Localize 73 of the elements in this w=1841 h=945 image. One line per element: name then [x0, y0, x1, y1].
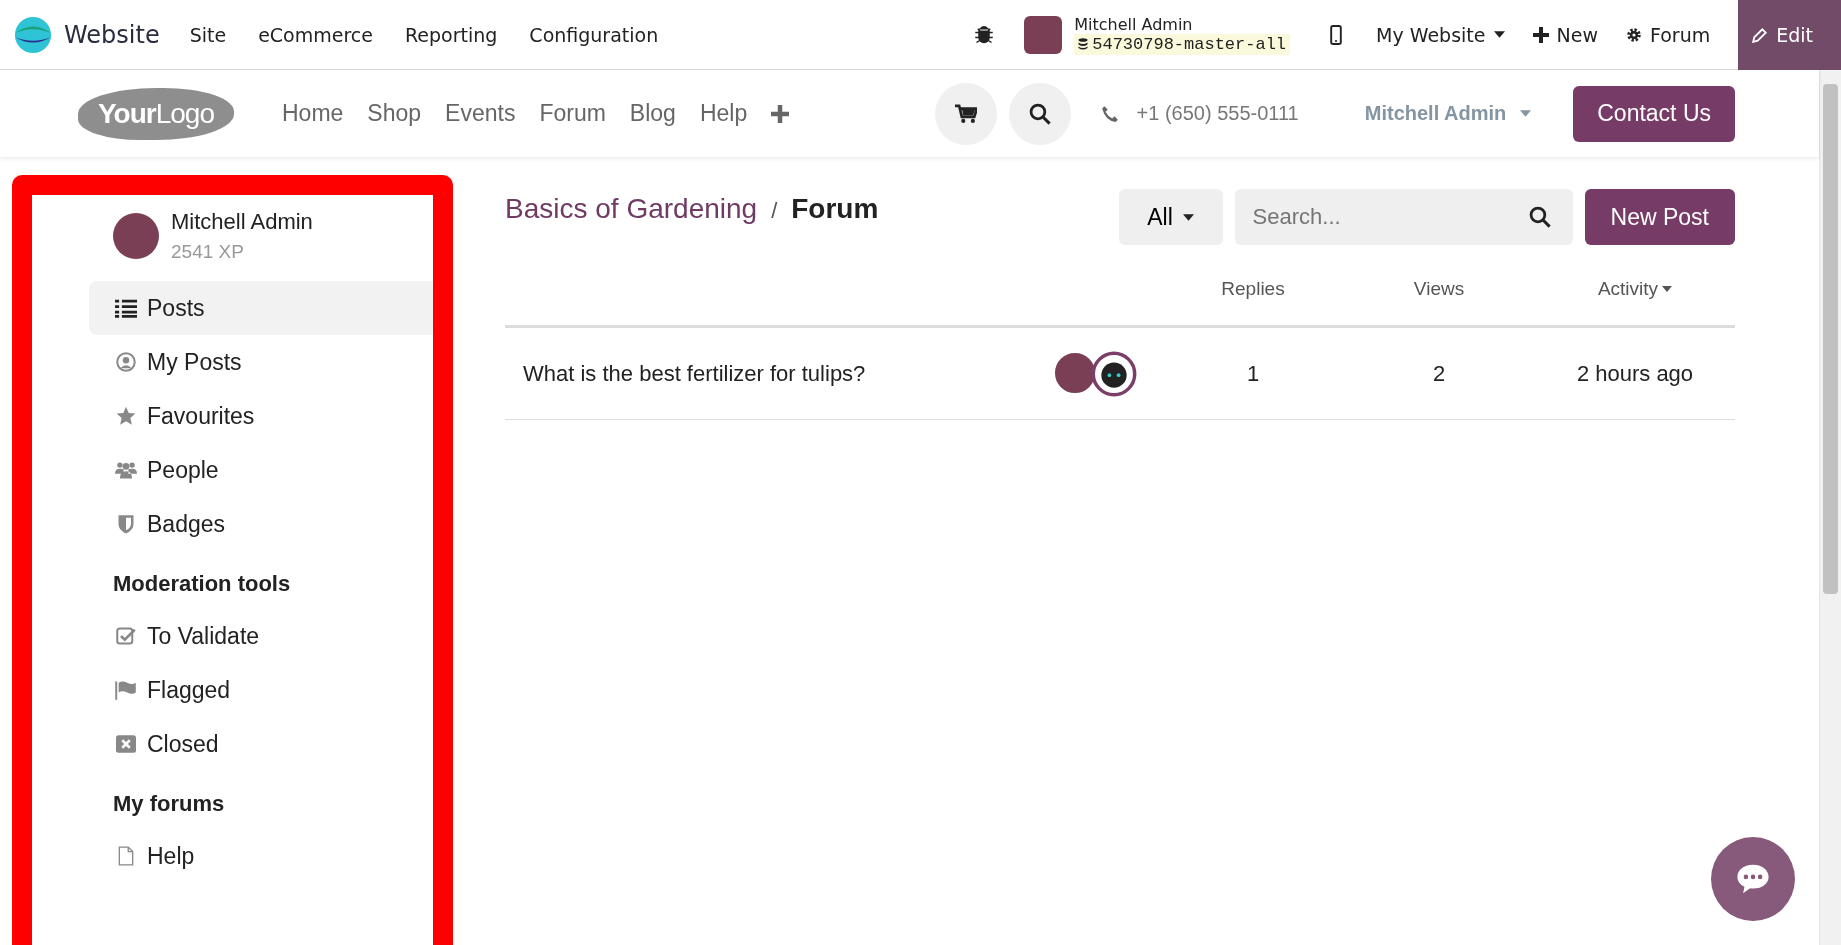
sidebar-item[interactable]: My Posts — [89, 335, 433, 389]
views-count: 2 — [1431, 360, 1447, 387]
phone-number[interactable]: +1 (650) 555-0111 — [1136, 102, 1299, 125]
nav-link[interactable]: Home — [282, 100, 344, 127]
new-button[interactable]: New — [1532, 23, 1598, 46]
sidebar-item[interactable]: Posts — [89, 281, 433, 335]
column-header: Views — [1412, 278, 1466, 300]
plus-icon[interactable] — [771, 104, 790, 123]
nav-link[interactable]: Events — [445, 100, 516, 127]
user-name[interactable]: Mitchell Admin — [171, 209, 313, 235]
forum-settings-button[interactable]: Forum — [1625, 23, 1711, 46]
plus-icon — [1532, 26, 1549, 43]
chat-bubble-icon — [1736, 863, 1770, 895]
search-icon — [1028, 102, 1051, 125]
search-icon[interactable] — [1528, 206, 1551, 228]
close-icon — [115, 734, 137, 754]
caret-icon — [1520, 110, 1532, 117]
database-icon — [1078, 38, 1089, 50]
app-logo-icon — [14, 15, 52, 54]
breadcrumb-link[interactable]: Basics of Gardening — [505, 193, 758, 225]
menu-item[interactable]: Site — [189, 23, 227, 46]
list-icon — [115, 298, 137, 318]
nav-link[interactable]: Shop — [367, 100, 422, 127]
caret-icon — [1493, 31, 1505, 38]
column-header: Replies — [1220, 278, 1286, 300]
breadcrumb-current: Forum — [791, 193, 879, 225]
settings-icon — [1625, 26, 1642, 43]
cart-icon — [954, 102, 977, 125]
nav-link[interactable]: Help — [699, 100, 748, 127]
column-header[interactable]: Activity — [1535, 278, 1735, 300]
sidebar-item[interactable]: Badges — [89, 497, 433, 551]
nav-link[interactable]: Forum — [539, 100, 606, 127]
sidebar-item[interactable]: To Validate — [89, 609, 433, 663]
new-post-button[interactable]: New Post — [1584, 189, 1735, 245]
flag-icon — [115, 680, 137, 700]
people-icon — [115, 460, 137, 480]
database-badge: 54730798-master-all — [1074, 33, 1291, 55]
caret-icon — [1182, 213, 1194, 221]
robot-avatar-icon — [1091, 350, 1137, 397]
website-switcher[interactable]: My Website — [1376, 23, 1505, 46]
section-title: My forums — [113, 791, 226, 817]
bug-icon[interactable] — [974, 24, 995, 45]
nav-link[interactable]: Blog — [629, 100, 676, 127]
user-avatar[interactable] — [1024, 15, 1063, 54]
scrollbar[interactable] — [1819, 70, 1841, 945]
breadcrumb-separator: / — [771, 198, 778, 224]
sidebar-item[interactable]: Help — [89, 829, 433, 883]
sidebar-item[interactable]: Flagged — [89, 663, 433, 717]
user-circle-icon — [115, 352, 137, 372]
sidebar-item[interactable]: People — [89, 443, 433, 497]
pencil-icon — [1752, 27, 1769, 43]
edit-button[interactable]: Edit — [1738, 0, 1841, 70]
phone-icon — [1100, 104, 1119, 123]
post-title[interactable]: What is the best fertilizer for tulips? — [505, 360, 1053, 387]
user-avatar — [113, 213, 159, 259]
contact-us-button[interactable]: Contact Us — [1573, 85, 1735, 142]
xp-points: 2541 XP — [171, 241, 245, 263]
star-icon — [115, 406, 137, 426]
menu-item[interactable]: Reporting — [405, 23, 498, 46]
mobile-icon[interactable] — [1330, 24, 1343, 45]
user-name: Mitchell Admin — [1074, 14, 1194, 34]
menu-item[interactable]: eCommerce — [258, 23, 373, 46]
sort-caret-icon — [1662, 286, 1673, 292]
activity-time: 2 hours ago — [1575, 360, 1695, 387]
replies-count: 1 — [1245, 360, 1261, 387]
checkbox-icon — [115, 626, 137, 646]
menu-item[interactable]: Configuration — [529, 23, 659, 46]
sidebar-item[interactable]: Favourites — [89, 389, 433, 443]
section-title: Moderation tools — [113, 571, 292, 597]
app-name[interactable]: Website — [64, 20, 160, 49]
filter-dropdown[interactable]: All — [1118, 189, 1223, 245]
search-field[interactable]: Search... — [1234, 189, 1573, 245]
sidebar-item[interactable]: Closed — [89, 717, 433, 771]
